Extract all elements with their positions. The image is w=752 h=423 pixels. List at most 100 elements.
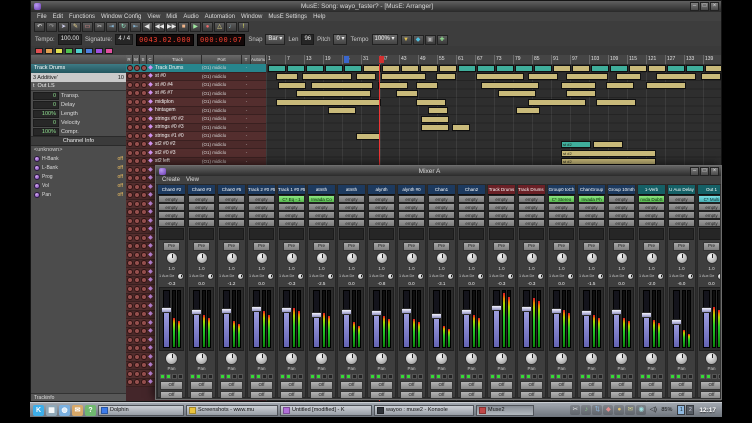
aux-knob-icon[interactable] [207, 273, 214, 280]
record-arm-dot[interactable] [126, 73, 133, 81]
effect-slot[interactable]: empty [458, 195, 485, 203]
column-header-s[interactable]: S [140, 55, 147, 64]
gain-knob[interactable] [368, 251, 395, 265]
part-clip[interactable] [477, 65, 495, 72]
effect-slot[interactable]: empty [488, 219, 515, 227]
led-button[interactable] [310, 374, 315, 379]
effect-slot[interactable]: empty [158, 195, 185, 203]
track-port[interactable]: (O1) midiclo [202, 124, 242, 132]
led-button[interactable] [436, 374, 441, 379]
led-button[interactable] [466, 374, 471, 379]
part-clip[interactable] [421, 124, 449, 131]
controller-row[interactable]: Panoff [31, 190, 126, 199]
led-button[interactable] [160, 374, 165, 379]
record-arm-dot[interactable] [126, 64, 133, 72]
mute-dot[interactable] [133, 166, 140, 174]
solo-dot[interactable] [140, 370, 147, 378]
effect-slot[interactable]: empty [308, 203, 335, 211]
led-button[interactable] [616, 374, 621, 379]
solo-dot[interactable] [140, 345, 147, 353]
strip-name-button[interactable]: alynth #0 [398, 185, 425, 195]
pan-knob[interactable] [188, 351, 215, 366]
effect-slot[interactable]: C* Eq - 1 [278, 195, 305, 203]
part-clip[interactable] [452, 124, 470, 131]
record-arm-dot[interactable] [126, 251, 133, 259]
effect-slot[interactable]: empty [158, 219, 185, 227]
led-button[interactable] [688, 374, 693, 379]
record-arm-dot[interactable] [126, 226, 133, 234]
solo-dot[interactable] [140, 294, 147, 302]
part-clip[interactable] [356, 73, 376, 80]
led-button[interactable] [238, 374, 243, 379]
effect-slot[interactable]: empty [218, 203, 245, 211]
led-button[interactable] [718, 374, 720, 379]
controller-row[interactable]: L-Bankoff [31, 163, 126, 172]
effect-slot[interactable]: empty [338, 211, 365, 219]
part-clip[interactable] [436, 73, 456, 80]
led-button[interactable] [592, 374, 597, 379]
record-arm-dot[interactable] [126, 268, 133, 276]
effect-slot[interactable]: empty [428, 195, 455, 203]
automation-button[interactable]: Off [700, 391, 720, 398]
solo-dot[interactable] [140, 64, 147, 72]
led-button[interactable] [388, 374, 393, 379]
aux-knob-icon[interactable] [417, 273, 424, 280]
pre-button[interactable]: Pre [253, 242, 270, 251]
mixer-maximize-button[interactable]: □ [700, 167, 709, 176]
effect-slot[interactable]: Invada Ph [578, 195, 605, 203]
effect-slot[interactable]: empty [668, 211, 695, 219]
led-button[interactable] [442, 374, 447, 379]
solo-dot[interactable] [140, 328, 147, 336]
aux-knob-icon[interactable] [327, 273, 334, 280]
automation-button[interactable]: Off [310, 381, 333, 390]
track-automation[interactable] [251, 124, 266, 132]
mute-dot[interactable] [133, 328, 140, 336]
solo-dot[interactable] [140, 319, 147, 327]
part-clip[interactable] [515, 65, 533, 72]
effect-slot[interactable]: empty [248, 203, 275, 211]
strip-name-button[interactable]: Chan0 #5 [218, 185, 245, 195]
part-clip[interactable] [476, 73, 524, 80]
aux-knob-icon[interactable] [627, 273, 634, 280]
part-clip[interactable] [498, 90, 536, 97]
led-button[interactable] [598, 374, 603, 379]
led-button[interactable] [646, 374, 651, 379]
record-arm-dot[interactable] [126, 124, 133, 132]
strip-name-button[interactable]: Chan2 [458, 185, 485, 195]
led-button[interactable] [190, 374, 195, 379]
aux-knob-icon[interactable] [447, 273, 454, 280]
track-name[interactable]: st2 #0 #2 [154, 141, 202, 149]
solo-dot[interactable] [140, 336, 147, 344]
automation-button[interactable]: Off [700, 381, 720, 390]
record-arm-dot[interactable] [126, 200, 133, 208]
part-clip[interactable] [421, 116, 449, 123]
strip-name-button[interactable]: Track Drums 2 [518, 185, 545, 195]
automation-button[interactable]: Off [220, 381, 243, 390]
record-arm-dot[interactable] [126, 175, 133, 183]
automation-button[interactable]: Off [640, 381, 663, 390]
loop-range-icon[interactable]: ◆ [413, 35, 424, 45]
play-icon[interactable]: ▶ [190, 22, 201, 32]
automation-button[interactable]: Off [190, 391, 213, 398]
effect-slot[interactable]: empty [308, 219, 335, 227]
pencil-tool-icon[interactable]: ✎ [70, 22, 81, 32]
taskbar-task[interactable]: wayoo : muse2 - Konsole [374, 405, 474, 416]
effect-slot[interactable]: empty [518, 211, 545, 219]
column-header-automation[interactable]: Automation [251, 55, 266, 64]
led-button[interactable] [400, 374, 405, 379]
pre-button[interactable]: Pre [643, 242, 660, 251]
effect-slot[interactable]: empty [638, 211, 665, 219]
solo-dot[interactable] [140, 132, 147, 140]
aux-knob-icon[interactable] [687, 273, 694, 280]
solo-dot[interactable] [140, 285, 147, 293]
solo-dot[interactable] [140, 200, 147, 208]
record-arm-dot[interactable] [126, 294, 133, 302]
grid-icon[interactable]: ▣ [425, 35, 436, 45]
track-port[interactable]: (O1) midiclo [202, 64, 242, 72]
led-button[interactable] [478, 374, 483, 379]
pan-knob[interactable] [308, 351, 335, 366]
track-port[interactable]: (O1) midiclo [202, 115, 242, 123]
automation-button[interactable]: Off [430, 391, 453, 398]
maximize-button[interactable]: □ [700, 2, 709, 11]
pre-button[interactable]: Pre [613, 242, 630, 251]
